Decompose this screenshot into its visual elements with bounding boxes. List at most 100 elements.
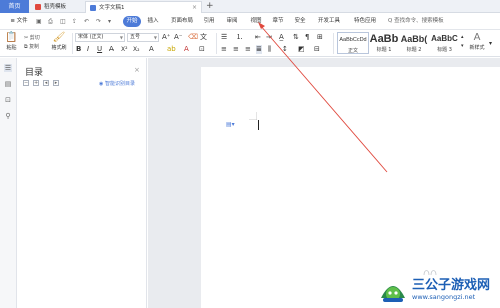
navigation-icon[interactable]: ▤ (4, 80, 12, 88)
tab-document[interactable]: 文字文稿1 × (85, 1, 202, 13)
save-icon[interactable]: ▣ (36, 18, 42, 25)
strikethrough-icon[interactable]: A̶ (109, 45, 114, 54)
undo-icon[interactable]: ↶ (84, 18, 89, 25)
print-icon[interactable]: ⎙ (48, 18, 53, 26)
new-style-button[interactable]: A 新样式 (467, 32, 487, 51)
expand-icon[interactable]: + (33, 80, 39, 86)
numbering-icon[interactable]: ⒈ (236, 33, 243, 42)
cut-label: 剪切 (29, 35, 40, 41)
menu-view[interactable]: 视图 (249, 16, 263, 27)
font-name-select[interactable]: 宋体 (正文) ▼ (75, 33, 125, 42)
style-sample: AaBbC (431, 34, 458, 43)
close-icon[interactable]: × (134, 66, 140, 74)
cut-button[interactable]: ✂ 剪切 (24, 34, 40, 41)
clear-format-icon[interactable]: ⌫ (188, 33, 198, 42)
menu-references[interactable]: 引用 (202, 16, 216, 27)
preview-icon[interactable]: ◫ (60, 18, 66, 25)
collapse-icon[interactable]: − (23, 80, 29, 86)
toc-panel-icon[interactable]: ☰ (4, 64, 12, 72)
smart-icon: ◉ (99, 81, 104, 87)
export-icon[interactable]: ⇪ (72, 18, 77, 25)
ribbon: 📋 粘贴 ✂ 剪切 ⧉ 复制 🖌 格式刷 宋体 (正文) ▼ 五号 ▼ A⁺ A… (0, 30, 500, 57)
menu-page-layout[interactable]: 页面布局 (168, 16, 196, 27)
divider (216, 33, 217, 54)
menu-review[interactable]: 审阅 (225, 16, 239, 27)
tab-docer-templates[interactable]: 稻壳模板 (31, 1, 81, 13)
redo-icon[interactable]: ↷ (96, 18, 101, 25)
format-painter-button[interactable]: 🖌 格式刷 (49, 32, 69, 51)
search-icon[interactable]: ⚲ (4, 112, 12, 120)
tab-label: 文字文稿1 (99, 5, 125, 11)
copy-button[interactable]: ⧉ 复制 (24, 43, 39, 50)
grow-font-icon[interactable]: A⁺ (162, 33, 170, 42)
brush-icon: 🖌 (52, 32, 66, 43)
copy-label: 复制 (29, 44, 40, 50)
table-icon[interactable]: ⊞ (317, 33, 323, 42)
shading-icon[interactable]: ◩ (298, 45, 305, 54)
align-left-icon[interactable]: ≡ (221, 45, 227, 54)
demote-icon[interactable]: ▸ (53, 80, 59, 86)
font-size-value: 五号 (130, 34, 141, 40)
chevron-down-icon: ▼ (119, 35, 123, 40)
style-heading-3[interactable]: AaBbC 标题 3 (429, 32, 460, 54)
style-name: 标题 3 (437, 47, 452, 53)
highlight-icon[interactable]: ab (167, 45, 176, 54)
paragraph-icon[interactable]: ▤▾ (226, 121, 235, 128)
menu-developer[interactable]: 开发工具 (316, 16, 342, 27)
decrease-indent-icon[interactable]: ⇤ (255, 33, 261, 42)
menu-file[interactable]: ≡ 文件 (6, 16, 32, 27)
font-color-icon[interactable]: A (184, 45, 189, 54)
menu-security[interactable]: 安全 (293, 16, 307, 27)
tab-home[interactable]: 首页 (0, 0, 29, 13)
borders-icon[interactable]: ⊟ (314, 45, 320, 54)
watermark-name: 三公子游戏网 (412, 278, 491, 293)
chevron-down-icon[interactable]: ▾ (108, 18, 111, 25)
margin-corner (249, 112, 257, 120)
style-heading-1[interactable]: AaBb 标题 1 (369, 32, 399, 54)
line-spacing-icon[interactable]: ↕ (282, 45, 288, 54)
increase-indent-icon[interactable]: ⇥ (266, 33, 272, 42)
paste-icon: 📋 (5, 32, 18, 43)
align-right-icon[interactable]: ≡ (245, 45, 251, 54)
menu-chapter[interactable]: 章节 (271, 16, 285, 27)
menu-start[interactable]: 开始 (123, 16, 141, 27)
underline-button[interactable]: U (97, 45, 102, 54)
sort-icon[interactable]: ⇅ (293, 33, 299, 42)
subscript-icon[interactable]: X₂ (133, 45, 140, 54)
chinese-layout-icon[interactable]: A̲ (279, 33, 284, 42)
bold-button[interactable]: B (76, 45, 81, 54)
menu-insert[interactable]: 插入 (146, 16, 160, 27)
show-marks-icon[interactable]: ¶ (305, 33, 309, 42)
align-center-icon[interactable]: ≡ (233, 45, 239, 54)
style-normal[interactable]: AaBbCcDd 正文 (337, 32, 369, 54)
bullets-icon[interactable]: ☰ (221, 33, 227, 42)
watermark-url: www.sangongzi.net (412, 293, 476, 301)
search-command-input[interactable]: Q 查找命令、搜索模板 (388, 16, 444, 27)
paste-label: 粘贴 (6, 45, 17, 51)
italic-button[interactable]: I (87, 45, 89, 54)
shrink-font-icon[interactable]: A⁻ (174, 33, 182, 42)
promote-icon[interactable]: ◂ (43, 80, 49, 86)
font-size-select[interactable]: 五号 ▼ (127, 33, 159, 42)
paste-button[interactable]: 📋 粘贴 (3, 32, 20, 51)
text-effect-icon[interactable]: A (149, 45, 154, 54)
chevron-down-icon[interactable]: ▾ (489, 39, 492, 48)
docer-icon (35, 4, 41, 10)
text-cursor (258, 120, 259, 130)
font-name-value: 宋体 (正文) (78, 34, 104, 40)
style-name: 标题 1 (376, 47, 392, 53)
style-heading-2[interactable]: AaBb( 标题 2 (399, 32, 429, 54)
style-name: 正文 (347, 48, 358, 54)
smart-toc-button[interactable]: ◉ 智能识别目录 (99, 80, 135, 87)
align-justify-icon[interactable]: ≣ (256, 45, 262, 54)
menu-features[interactable]: 特色应用 (352, 16, 378, 27)
style-name: 标题 2 (406, 47, 422, 53)
pinyin-icon[interactable]: 文 (200, 33, 207, 42)
styles-more-icon[interactable]: ▴ ▾ (461, 33, 464, 51)
bookmark-icon[interactable]: ⊡ (4, 96, 12, 104)
new-tab-button[interactable]: + (206, 0, 214, 13)
distribute-icon[interactable]: ⫼ (268, 45, 271, 54)
char-border-icon[interactable]: ⊡ (199, 45, 205, 54)
superscript-icon[interactable]: X² (121, 45, 128, 54)
left-toolbar: ☰ ▤ ⊡ ⚲ (0, 58, 17, 308)
